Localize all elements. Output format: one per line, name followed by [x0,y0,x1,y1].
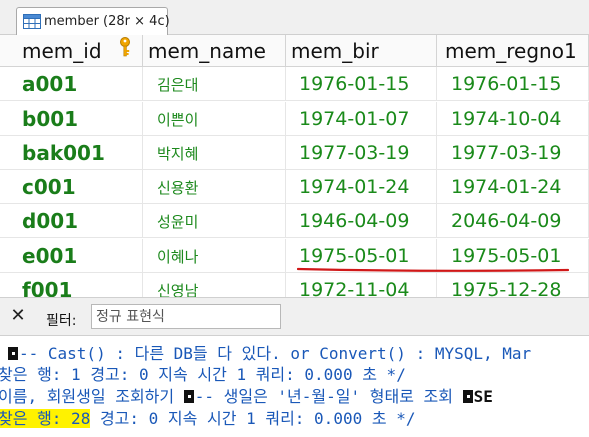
cell-mem-regno1[interactable]: 1974-01-24 [437,170,589,204]
log-text: -- 생일은 '년-월-일' 형태로 조회 [194,387,463,406]
log-text: 이름, 회원생일 조회하기 [0,387,184,406]
result-grid[interactable]: mem_id mem_name mem_bir mem_regno1 a001 … [0,35,589,297]
cell-mem-name[interactable]: 이쁜이 [143,102,286,136]
filter-label: 필터: [46,313,77,329]
cell-mem-regno1[interactable]: 1975-12-28 [437,273,589,297]
log-text: -- Cast() : 다른 DB들 다 있다. or Convert() : … [19,344,532,363]
query-log: -- Cast() : 다른 DB들 다 있다. or Convert() : … [0,336,589,437]
cell-mem-id[interactable]: f001 [0,273,143,297]
cell-mem-regno1[interactable]: 1974-10-04 [437,102,589,136]
column-header-label: mem_name [148,38,266,63]
column-header-mem-regno1[interactable]: mem_regno1 [437,35,589,67]
column-header-mem-bir[interactable]: mem_bir [286,35,437,67]
table-row[interactable]: d001 성윤미 1946-04-09 2046-04-09 [0,204,589,238]
cell-mem-bir[interactable]: 1974-01-07 [286,102,437,136]
highlighted-row-count: 찾은 행: 28 [0,409,91,428]
key-icon [118,37,132,57]
table-icon [23,14,41,29]
column-header-mem-id[interactable]: mem_id [0,35,143,67]
cell-mem-name[interactable]: 신용환 [143,170,286,204]
filter-bar: ✕ 필터: [0,297,589,336]
filter-input[interactable] [91,304,281,329]
statement-marker-icon [183,390,194,403]
column-header-label: mem_regno1 [445,38,577,63]
table-row[interactable]: c001 신용환 1974-01-24 1974-01-24 [0,170,589,204]
red-underline-annotation [297,267,569,272]
column-header-label: mem_bir [291,38,379,63]
cell-mem-id[interactable]: c001 [0,170,143,204]
cell-mem-name[interactable]: 이혜나 [143,239,286,273]
cell-mem-name[interactable]: 성윤미 [143,204,286,238]
cell-mem-id[interactable]: e001 [0,239,143,273]
log-line: 이름, 회원생일 조회하기 -- 생일은 '년-월-일' 형태로 조회 SE [0,385,493,409]
cell-mem-regno1[interactable]: 1977-03-19 [437,136,589,170]
cell-mem-name[interactable]: 김은대 [143,67,286,101]
log-line: 찾은 행: 28 경고: 0 지속 시간 1 쿼리: 0.000 초 */ [0,407,415,431]
table-row[interactable]: a001 김은대 1976-01-15 1976-01-15 [0,67,589,101]
log-text: 경고: 0 지속 시간 1 쿼리: 0.000 초 */ [90,409,416,428]
cell-mem-id[interactable]: b001 [0,102,143,136]
statement-marker-icon [8,347,18,360]
tab-member[interactable]: member (28r × 4c) [16,7,170,35]
table-row[interactable]: f001 신영남 1972-11-04 1975-12-28 [0,273,589,297]
table-row[interactable]: b001 이쁜이 1974-01-07 1974-10-04 [0,102,589,136]
close-icon[interactable]: ✕ [8,306,28,326]
log-text: 찾은 행: 1 경고: 0 지속 시간 1 쿼리: 0.000 초 */ [0,365,406,384]
tab-strip: member (28r × 4c) [0,0,589,35]
cell-mem-regno1[interactable]: 2046-04-09 [437,204,589,238]
cell-mem-bir[interactable]: 1972-11-04 [286,273,437,297]
cell-mem-name[interactable]: 신영남 [143,273,286,297]
table-row[interactable]: bak001 박지혜 1977-03-19 1977-03-19 [0,136,589,170]
cell-mem-id[interactable]: a001 [0,67,143,101]
column-header-mem-name[interactable]: mem_name [143,35,286,67]
cell-mem-id[interactable]: d001 [0,204,143,238]
cell-mem-bir[interactable]: 1977-03-19 [286,136,437,170]
log-text: SE [473,387,493,406]
cell-mem-regno1[interactable]: 1976-01-15 [437,67,589,101]
tab-label: member (28r × 4c) [44,14,170,29]
cell-mem-bir[interactable]: 1946-04-09 [286,204,437,238]
cell-mem-id[interactable]: bak001 [0,136,143,170]
statement-marker-icon [462,390,473,403]
cell-mem-name[interactable]: 박지혜 [143,136,286,170]
cell-mem-bir[interactable]: 1974-01-24 [286,170,437,204]
log-line: 찾은 행: 1 경고: 0 지속 시간 1 쿼리: 0.000 초 */ [0,363,406,387]
column-header-label: mem_id [22,38,102,63]
cell-mem-bir[interactable]: 1976-01-15 [286,67,437,101]
